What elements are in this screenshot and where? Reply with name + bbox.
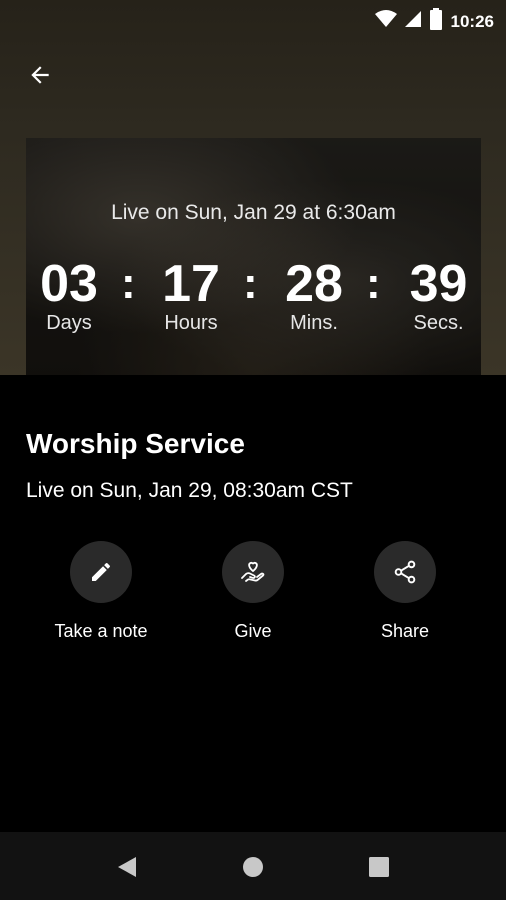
countdown-secs-value: 39 (409, 255, 468, 313)
take-note-circle[interactable] (70, 541, 132, 603)
countdown-secs-label: Secs. (413, 312, 464, 334)
hero-live-text: Live on Sun, Jan 29 at 6:30am (111, 201, 396, 224)
countdown-separator: : (243, 259, 258, 308)
countdown-hours: 17 Hours (151, 255, 231, 335)
countdown-hours-value: 17 (162, 255, 220, 313)
share-icon (394, 560, 416, 584)
share-button[interactable]: Share (330, 541, 480, 642)
countdown-mins-value: 28 (285, 255, 343, 313)
countdown-hero: Live on Sun, Jan 29 at 6:30am 03 Days : … (26, 138, 481, 400)
status-icons: 10:26 (374, 8, 494, 35)
event-title: Worship Service (26, 428, 245, 459)
countdown-days: 03 Days (29, 255, 109, 335)
countdown-separator: : (121, 259, 136, 308)
countdown-secs: 39 Secs. (396, 255, 481, 335)
countdown-mins: 28 Mins. (274, 255, 354, 335)
take-note-button[interactable]: Take a note (26, 541, 176, 642)
countdown-separator: : (366, 259, 381, 308)
status-time: 10:26 (450, 11, 494, 31)
back-triangle-icon (118, 857, 136, 877)
pencil-icon (92, 562, 111, 581)
countdown-days-value: 03 (40, 255, 98, 313)
nav-back-button[interactable] (112, 852, 142, 882)
countdown-mins-label: Mins. (290, 312, 338, 334)
countdown-hours-label: Hours (164, 312, 218, 334)
wifi-icon (374, 10, 397, 33)
take-note-label: Take a note (54, 621, 148, 641)
give-button[interactable]: Give (178, 541, 328, 642)
give-label: Give (234, 621, 272, 641)
recents-square-icon (369, 857, 389, 877)
event-details-sheet: Worship Service Live on Sun, Jan 29, 08:… (0, 375, 506, 832)
share-circle[interactable] (374, 541, 436, 603)
system-nav-bar (0, 832, 506, 900)
share-label: Share (380, 621, 430, 641)
event-subtitle: Live on Sun, Jan 29, 08:30am CST (26, 479, 353, 502)
nav-home-button[interactable] (238, 852, 268, 882)
battery-icon (429, 8, 443, 35)
nav-recents-button[interactable] (364, 852, 394, 882)
signal-icon (404, 10, 421, 33)
back-button[interactable] (22, 57, 58, 93)
countdown-days-label: Days (46, 312, 92, 334)
heart-hand-icon (241, 561, 265, 582)
give-circle[interactable] (222, 541, 284, 603)
countdown: 03 Days : 17 Hours : 28 Mins. : 39 Secs. (26, 255, 481, 345)
home-circle-icon (243, 857, 263, 877)
arrow-left-icon (31, 66, 49, 84)
status-bar: 10:26 (0, 0, 506, 36)
